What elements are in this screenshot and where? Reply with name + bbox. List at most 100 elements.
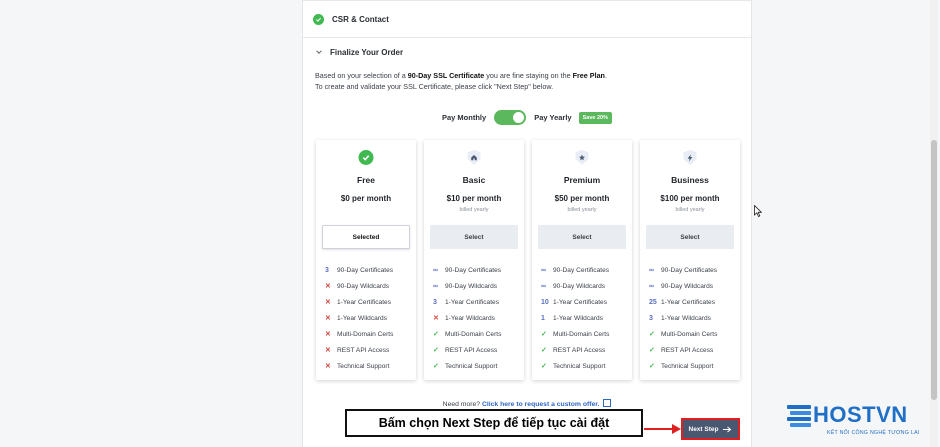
feature-row: ✓ REST API Access xyxy=(649,342,736,358)
feature-label: Multi-Domain Certs xyxy=(553,330,610,338)
save-badge: Save 20% xyxy=(578,111,612,124)
feature-row: ∞ 90-Day Wildcards xyxy=(649,278,736,294)
check-icon: ✓ xyxy=(541,347,547,354)
feature-label: 1-Year Wildcards xyxy=(661,314,711,322)
feature-row: ✕ Technical Support xyxy=(325,358,412,374)
feature-label: Technical Support xyxy=(445,362,498,370)
cross-icon: ✕ xyxy=(325,315,331,322)
feature-row: 1 1-Year Wildcards xyxy=(541,310,628,326)
feature-quantity: ∞ xyxy=(433,282,438,290)
scrollbar[interactable] xyxy=(930,0,938,447)
feature-row: ∞ 90-Day Certificates xyxy=(649,262,736,278)
cross-icon: ✕ xyxy=(325,347,331,354)
feature-label: 1-Year Certificates xyxy=(445,298,499,306)
feature-row: ∞ 90-Day Wildcards xyxy=(433,278,520,294)
feature-row: ✓ REST API Access xyxy=(433,342,520,358)
plan-cards: Free $0 per month Selected 3 90-Day Certific… xyxy=(316,140,740,380)
feature-row: ✓ Technical Support xyxy=(433,358,520,374)
star-icon xyxy=(575,150,590,165)
feature-label: 1-Year Wildcards xyxy=(553,314,603,322)
select-plan-button[interactable]: Select xyxy=(538,225,626,249)
external-link-icon[interactable] xyxy=(603,399,612,407)
feature-row: 3 1-Year Certificates xyxy=(433,294,520,310)
step-csr-contact[interactable]: CSR & Contact xyxy=(303,0,751,38)
cross-icon: ✕ xyxy=(433,315,439,322)
plan-card-free: Free $0 per month Selected 3 90-Day Certific… xyxy=(316,140,416,380)
feature-row: ✕ 90-Day Wildcards xyxy=(325,278,412,294)
feature-row: ✓ Multi-Domain Certs xyxy=(541,326,628,342)
feature-quantity: 10 xyxy=(541,298,549,306)
arrow-right-icon xyxy=(723,426,732,432)
check-icon: ✓ xyxy=(433,331,439,338)
check-circle-icon xyxy=(358,150,374,165)
home-icon xyxy=(467,150,482,165)
feature-quantity: ∞ xyxy=(649,266,654,274)
feature-row: ✓ REST API Access xyxy=(541,342,628,358)
plan-price: $10 per month xyxy=(446,194,502,203)
order-panel: CSR & Contact Finalize Your Order Based … xyxy=(302,0,752,447)
next-step-button[interactable]: Next Step xyxy=(681,418,740,440)
feature-row: ✕ 1-Year Wildcards xyxy=(433,310,520,326)
feature-quantity: ∞ xyxy=(541,266,546,274)
feature-label: 1-Year Certificates xyxy=(661,298,715,306)
feature-row: ✕ Multi-Domain Certs xyxy=(325,326,412,342)
check-icon: ✓ xyxy=(541,363,547,370)
order-description: Based on your selection of a 90-Day SSL … xyxy=(315,71,607,91)
feature-label: Technical Support xyxy=(553,362,606,370)
scrollbar-thumb[interactable] xyxy=(931,140,937,400)
feature-row: ∞ 90-Day Certificates xyxy=(433,262,520,278)
plan-billing-note: billed yearly xyxy=(567,207,597,213)
mouse-cursor-icon xyxy=(754,205,762,217)
pay-monthly-label[interactable]: Pay Monthly xyxy=(442,113,486,122)
step-label: CSR & Contact xyxy=(332,14,389,24)
chevron-down-icon xyxy=(316,50,322,54)
logo-brand-text: HOSTVN xyxy=(813,402,908,427)
feature-row: 10 1-Year Certificates xyxy=(541,294,628,310)
step-label: Finalize Your Order xyxy=(330,47,404,57)
plan-price: $100 per month xyxy=(660,194,720,203)
feature-label: REST API Access xyxy=(661,346,714,354)
lightning-icon xyxy=(683,150,698,165)
feature-label: 90-Day Wildcards xyxy=(553,282,606,290)
instruction-callout: Bấm chọn Next Step để tiếp tục cài đặt xyxy=(345,409,643,437)
feature-quantity: ∞ xyxy=(649,282,654,290)
feature-label: 1-Year Certificates xyxy=(553,298,607,306)
feature-label: REST API Access xyxy=(553,346,606,354)
plan-features: ∞ 90-Day Certificates ∞ 90-Day Wildcards 3 1-… xyxy=(433,262,520,374)
plan-card-business: Business $100 per month billed yearly Selec… xyxy=(640,140,740,380)
select-plan-button[interactable]: Select xyxy=(430,225,518,249)
selected-plan-button[interactable]: Selected xyxy=(322,225,410,249)
feature-label: 90-Day Wildcards xyxy=(337,282,390,290)
callout-arrow xyxy=(644,428,675,430)
plan-features: ∞ 90-Day Certificates ∞ 90-Day Wildcards 10 1… xyxy=(541,262,628,374)
pay-yearly-label[interactable]: Pay Yearly xyxy=(534,113,571,122)
feature-label: 90-Day Wildcards xyxy=(661,282,714,290)
plan-billing-note: billed yearly xyxy=(459,207,489,213)
plan-card-premium: Premium $50 per month billed yearly Select ∞… xyxy=(532,140,632,380)
feature-quantity: 1 xyxy=(541,314,545,322)
custom-offer-link[interactable]: Click here to request a custom offer. xyxy=(482,401,599,408)
feature-quantity: 3 xyxy=(649,314,653,322)
feature-label: 90-Day Certificates xyxy=(661,266,718,274)
feature-row: 3 1-Year Wildcards xyxy=(649,310,736,326)
check-icon: ✓ xyxy=(433,347,439,354)
cross-icon: ✕ xyxy=(325,283,331,290)
feature-row: ∞ 90-Day Certificates xyxy=(541,262,628,278)
cross-icon: ✕ xyxy=(325,363,331,370)
feature-row: 25 1-Year Certificates xyxy=(649,294,736,310)
billing-toggle-row: Pay Monthly Pay Yearly Save 20% xyxy=(303,110,751,125)
feature-quantity: ∞ xyxy=(433,266,438,274)
feature-label: Multi-Domain Certs xyxy=(445,330,502,338)
feature-label: REST API Access xyxy=(445,346,498,354)
check-icon: ✓ xyxy=(541,331,547,338)
check-icon: ✓ xyxy=(649,347,655,354)
billing-toggle[interactable] xyxy=(494,110,527,125)
select-plan-button[interactable]: Select xyxy=(646,225,734,249)
feature-quantity: 3 xyxy=(433,298,437,306)
hostvn-logo: HOSTVN KẾT NỐI CÔNG NGHỆ TƯƠNG LAI xyxy=(785,400,937,444)
feature-row: ✓ Technical Support xyxy=(649,358,736,374)
plan-price: $0 per month xyxy=(340,194,392,203)
step-finalize-order[interactable]: Finalize Your Order xyxy=(303,44,751,60)
feature-label: REST API Access xyxy=(337,346,390,354)
feature-row: ✓ Multi-Domain Certs xyxy=(433,326,520,342)
